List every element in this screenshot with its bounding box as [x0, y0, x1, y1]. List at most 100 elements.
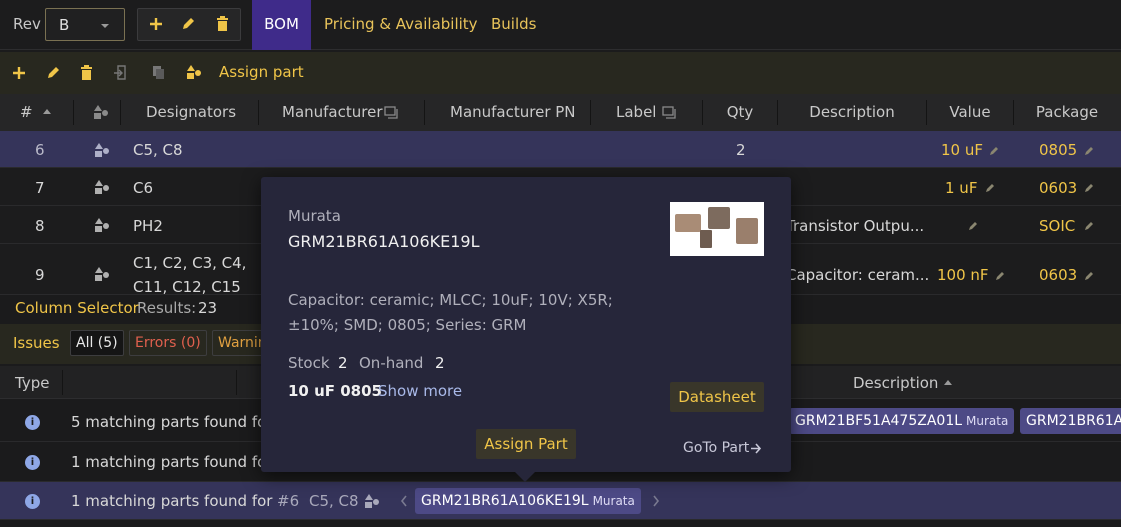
row-value: 100 nF	[937, 266, 989, 284]
edit-icon[interactable]	[968, 220, 979, 231]
chip-mfr: Murata	[592, 494, 635, 508]
edit-icon[interactable]	[985, 182, 996, 193]
row-qty: 2	[736, 141, 746, 159]
popup-description-2: ±10%; SMD; 0805; Series: GRM	[288, 316, 527, 334]
tab-pricing[interactable]: Pricing & Availability	[324, 0, 478, 50]
issue-text: 1 matching parts found fo	[71, 453, 267, 471]
issues-title: Issues	[13, 334, 60, 352]
sort-asc-icon	[944, 380, 952, 385]
chip-pn: GRM21BR61A	[1026, 413, 1121, 429]
popup-part-number: GRM21BR61A106KE19L	[288, 232, 480, 251]
row-num: 6	[35, 141, 45, 159]
shapes-icon[interactable]	[94, 267, 110, 282]
shapes-icon	[365, 494, 379, 508]
shapes-icon	[94, 105, 108, 119]
issues-col-type[interactable]: Type	[15, 374, 49, 392]
col-divider	[236, 370, 237, 395]
table-row[interactable]: 6 C5, C8 2 10 uF 0805	[0, 131, 1121, 168]
assign-part-button[interactable]: Assign Part	[476, 429, 576, 459]
row-package: SOIC	[1039, 217, 1076, 235]
table-header: # Designators Manufacturer Manufacturer …	[0, 94, 1121, 131]
show-more-link[interactable]: Show more	[378, 382, 462, 400]
col-divider	[777, 100, 778, 125]
edit-icon[interactable]	[181, 17, 195, 31]
tab-bom[interactable]: BOM	[252, 0, 311, 50]
tab-builds[interactable]: Builds	[491, 0, 536, 50]
row-designators-cont: C11, C12, C15	[133, 278, 241, 295]
bom-toolbar	[0, 52, 1121, 94]
chip-pn: GRM21BF51A475ZA01L	[795, 413, 963, 429]
col-divider	[120, 100, 121, 125]
row-designators: C5, C8	[133, 141, 183, 159]
edit-icon[interactable]	[1084, 270, 1095, 281]
col-num[interactable]: #	[20, 94, 33, 131]
rev-toolbar	[137, 8, 241, 41]
part-image	[670, 202, 764, 256]
col-package[interactable]: Package	[1015, 94, 1119, 131]
goto-part-link[interactable]: GoTo Part	[683, 440, 749, 456]
shapes-icon[interactable]	[186, 65, 202, 80]
issue-text: 1 matching parts found for	[71, 492, 273, 510]
chevron-right-icon[interactable]	[652, 495, 660, 507]
arrow-right-icon[interactable]	[750, 443, 762, 454]
chevron-down-icon	[101, 24, 109, 28]
edit-icon[interactable]	[46, 66, 60, 80]
info-icon: i	[25, 415, 40, 430]
trash-icon[interactable]	[80, 65, 93, 80]
col-manufacturer[interactable]: Manufacturer	[282, 94, 383, 131]
shapes-icon[interactable]	[94, 143, 110, 158]
shapes-icon[interactable]	[94, 180, 110, 195]
row-designators: C1, C2, C3, C4,	[133, 254, 247, 272]
edit-icon[interactable]	[1084, 182, 1095, 193]
trash-icon[interactable]	[216, 16, 229, 31]
edit-icon[interactable]	[995, 270, 1006, 281]
copy-icon[interactable]	[152, 65, 165, 80]
col-designators[interactable]: Designators	[122, 94, 260, 131]
issue-designators: C5, C8	[309, 492, 359, 510]
col-description[interactable]: Description	[779, 94, 925, 131]
add-icon[interactable]	[149, 17, 163, 31]
row-description: Capacitor: ceram...	[786, 266, 930, 284]
col-divider	[590, 100, 591, 125]
datasheet-button[interactable]: Datasheet	[670, 382, 764, 412]
add-icon[interactable]	[12, 66, 26, 80]
column-options-icon[interactable]	[662, 106, 678, 119]
part-chip[interactable]: GRM21BR61A106KE19L Murata	[415, 488, 641, 514]
row-description: Transistor Outpu...	[786, 217, 925, 235]
column-selector-button[interactable]: Column Selector	[15, 299, 139, 317]
edit-icon[interactable]	[989, 145, 1000, 156]
part-chip[interactable]: GRM21BF51A475ZA01L Murata	[789, 408, 1015, 434]
results-count: 23	[198, 299, 218, 317]
chevron-left-icon[interactable]	[400, 495, 408, 507]
import-icon[interactable]	[114, 65, 128, 80]
col-divider	[926, 100, 927, 125]
issues-col-description[interactable]: Description	[853, 374, 938, 392]
filter-errors[interactable]: Errors (0)	[129, 330, 207, 356]
col-mpn[interactable]: Manufacturer PN	[450, 94, 576, 131]
col-label[interactable]: Label	[616, 94, 656, 131]
col-divider	[62, 370, 63, 395]
assign-part-button[interactable]: Assign part	[219, 63, 304, 81]
column-options-icon[interactable]	[384, 106, 400, 119]
col-divider	[73, 100, 74, 125]
col-value[interactable]: Value	[928, 94, 1012, 131]
shapes-icon[interactable]	[94, 218, 110, 233]
row-num: 9	[35, 266, 45, 284]
part-chip[interactable]: GRM21BR61A	[1020, 408, 1121, 434]
edit-icon[interactable]	[1084, 220, 1095, 231]
row-num: 7	[35, 179, 45, 197]
edit-icon[interactable]	[1084, 145, 1095, 156]
row-value: 1 uF	[945, 179, 978, 197]
col-divider	[702, 100, 703, 125]
issue-ref: #6	[277, 492, 300, 510]
filter-all[interactable]: All (5)	[70, 330, 124, 356]
onhand-value: 2	[435, 354, 445, 372]
rev-select[interactable]: B	[45, 8, 125, 41]
col-qty[interactable]: Qty	[704, 94, 776, 131]
col-divider	[258, 100, 259, 125]
sort-asc-icon	[43, 109, 51, 114]
issue-row[interactable]: i 1 matching parts found for #6 C5, C8 G…	[0, 482, 1121, 520]
stock-label: Stock	[288, 354, 330, 372]
popup-manufacturer: Murata	[288, 207, 341, 225]
chip-mfr: Murata	[966, 414, 1009, 428]
